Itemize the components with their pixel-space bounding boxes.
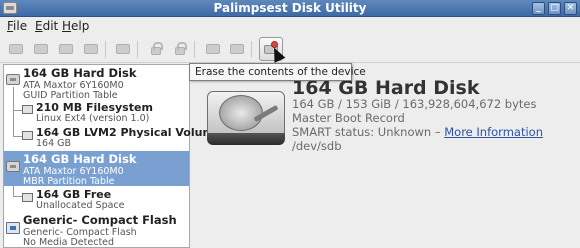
partition-icon	[22, 105, 33, 114]
benchmark-icon[interactable]	[204, 40, 222, 58]
hard-disk-icon	[6, 74, 20, 85]
tree-item-compact-flash[interactable]: Generic- Compact Flash Generic- Compact …	[4, 212, 189, 248]
partition-icon	[22, 131, 33, 140]
close-button[interactable]: ✕	[564, 2, 577, 15]
lock-icon[interactable]	[147, 40, 165, 58]
hard-disk-icon	[205, 85, 287, 145]
window-title: Palimpsest Disk Utility	[213, 1, 367, 15]
hard-disk-icon	[6, 161, 20, 172]
tree-item-filesystem[interactable]: 210 MB Filesystem Linux Ext4 (version 1.…	[4, 100, 189, 124]
smart-status: SMART status: Unknown – More Information	[292, 125, 543, 139]
eject-icon[interactable]	[57, 40, 75, 58]
device-file: /dev/sdb	[292, 139, 342, 153]
erase-tooltip: Erase the contents of the device	[189, 63, 366, 81]
menu-bar: File Edit Help	[0, 17, 580, 36]
toolbar-separator	[194, 41, 195, 58]
tree-item-disk-mbr[interactable]: 164 GB Hard Disk ATA Maxtor 6Y160M0 MBR …	[4, 151, 189, 187]
unlock-icon[interactable]	[171, 40, 189, 58]
window-titlebar: Palimpsest Disk Utility _ ▢ ✕	[0, 0, 580, 17]
unmount-icon[interactable]	[32, 40, 50, 58]
tree-item-disk-guid[interactable]: 164 GB Hard Disk ATA Maxtor 6Y160M0 GUID…	[4, 65, 189, 101]
check-filesystem-icon[interactable]	[114, 40, 132, 58]
toolbar-separator	[251, 41, 252, 58]
maximize-button[interactable]: ▢	[548, 2, 561, 15]
toolbar-separator	[137, 41, 138, 58]
detach-icon[interactable]	[82, 40, 100, 58]
menu-help[interactable]: Help	[62, 19, 89, 33]
partitioning-scheme: Master Boot Record	[292, 111, 405, 125]
device-details: 164 GB Hard Disk 164 GB / 153 GiB / 163,…	[205, 77, 575, 240]
tree-item-free-space[interactable]: 164 GB Free Unallocated Space	[4, 187, 189, 211]
mount-icon[interactable]	[7, 40, 25, 58]
partition-icon	[22, 193, 33, 202]
compact-flash-icon	[6, 222, 20, 234]
minimize-button[interactable]: _	[532, 2, 545, 15]
menu-edit[interactable]: Edit	[35, 19, 58, 33]
menu-file[interactable]: File	[7, 19, 27, 33]
toolbar	[0, 36, 580, 63]
tree-item-lvm2-volume[interactable]: 164 GB LVM2 Physical Volume 164 GB	[4, 125, 221, 149]
more-information-link[interactable]: More Information	[444, 125, 543, 139]
device-tree[interactable]: 164 GB Hard Disk ATA Maxtor 6Y160M0 GUID…	[3, 64, 221, 248]
smart-data-icon[interactable]	[228, 40, 246, 58]
device-size: 164 GB / 153 GiB / 163,928,604,672 bytes	[292, 97, 537, 111]
toolbar-separator	[105, 41, 106, 58]
